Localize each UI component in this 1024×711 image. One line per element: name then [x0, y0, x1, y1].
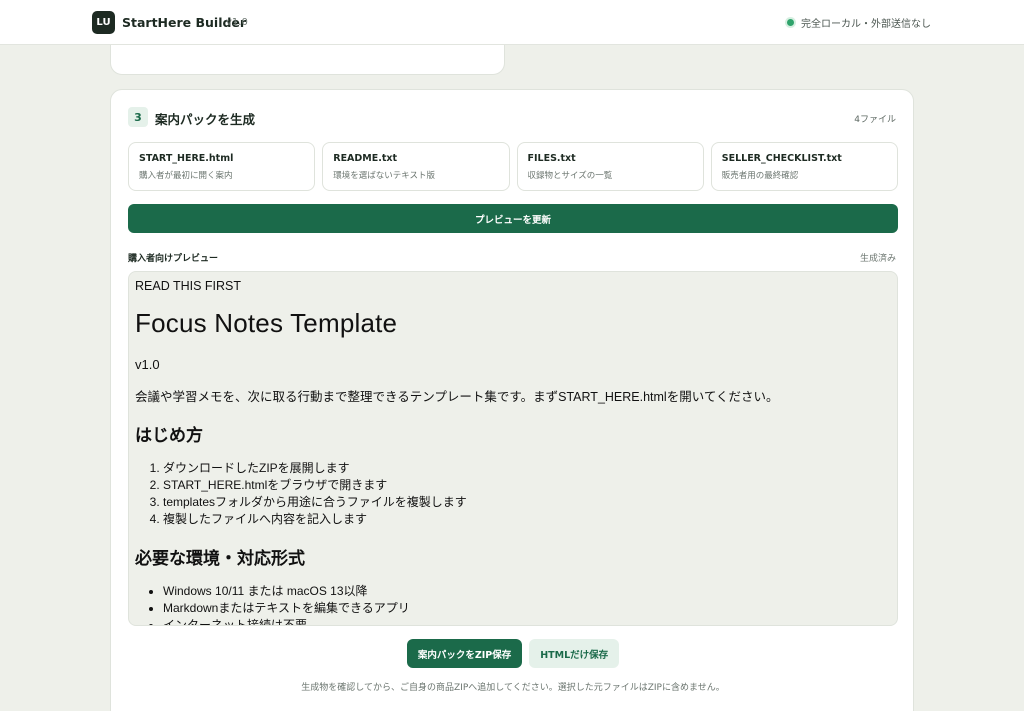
step-number-badge: 3: [128, 107, 148, 127]
refresh-preview-button[interactable]: プレビューを更新: [128, 204, 898, 233]
status-dot-icon: [787, 19, 794, 26]
step-title: 案内パックを生成: [155, 112, 256, 127]
preview-eyebrow: READ THIS FIRST: [135, 279, 242, 293]
list-item: Markdownまたはテキストを編集できるアプリ: [163, 600, 891, 617]
save-footnote: 生成物を確認してから、ご自身の商品ZIPへ追加してください。選択した元ファイルは…: [301, 683, 725, 693]
preview-lead: 会議や学習メモを、次に取る行動まで整理できるテンプレート集です。まずSTART_…: [135, 390, 779, 404]
preview-label: 購入者向けプレビュー: [128, 254, 219, 264]
list-item: ダウンロードしたZIPを展開します: [163, 460, 891, 477]
app-version: v1.0: [226, 17, 248, 28]
preview-status: 生成済み: [859, 254, 896, 264]
file-desc: 環境を選ばないテキスト版: [333, 171, 435, 181]
preview-version: v1.0: [135, 357, 160, 372]
file-tile-seller-checklist: SELLER_CHECKLIST.txt 販売者用の最終確認: [710, 142, 898, 191]
file-tile-files: FILES.txt 収録物とサイズの一覧: [516, 142, 704, 191]
preview-section-requirements: 必要な環境・対応形式: [135, 549, 305, 568]
list-item: START_HERE.htmlをブラウザで開きます: [163, 477, 891, 494]
list-item: Windows 10/11 または macOS 13以降: [163, 583, 891, 600]
app-logo: LU: [92, 11, 115, 34]
file-name: README.txt: [333, 153, 398, 164]
requirements-list: Windows 10/11 または macOS 13以降 Markdownまたは…: [135, 583, 891, 625]
list-item: インターネット接続は不要: [163, 617, 891, 625]
preview-title: Focus Notes Template: [135, 308, 398, 338]
privacy-status: 完全ローカル・外部送信なし: [787, 15, 931, 30]
list-item: templatesフォルダから用途に合うファイルを複製します: [163, 494, 891, 511]
file-desc: 購入者が最初に開く案内: [139, 171, 233, 181]
save-zip-button[interactable]: 案内パックをZIP保存: [406, 639, 523, 668]
preview-section-getting-started: はじめ方: [135, 426, 203, 445]
file-desc: 販売者用の最終確認: [721, 171, 799, 181]
generate-pack-card: 3 案内パックを生成 4ファイル START_HERE.html 購入者が最初に…: [110, 89, 914, 711]
file-tile-readme: README.txt 環境を選ばないテキスト版: [322, 142, 510, 191]
file-name: FILES.txt: [527, 153, 576, 164]
privacy-status-text: 完全ローカル・外部送信なし: [801, 19, 931, 30]
save-actions: 案内パックをZIP保存 HTMLだけ保存: [111, 639, 915, 669]
file-name: START_HERE.html: [139, 153, 234, 164]
list-item: 複製したファイルへ内容を記入します: [163, 511, 891, 528]
output-file-list: START_HERE.html 購入者が最初に開く案内 README.txt 環…: [128, 142, 898, 191]
app-header: LU StartHere Builder v1.0 完全ローカル・外部送信なし: [0, 0, 1024, 45]
getting-started-steps: ダウンロードしたZIPを展開します START_HERE.htmlをブラウザで開…: [135, 460, 891, 528]
file-desc: 収録物とサイズの一覧: [527, 171, 613, 181]
file-name: SELLER_CHECKLIST.txt: [721, 153, 842, 164]
save-html-button[interactable]: HTMLだけ保存: [529, 639, 620, 668]
file-tile-start-here: START_HERE.html 購入者が最初に開く案内: [128, 142, 316, 191]
buyer-preview-pane[interactable]: READ THIS FIRST Focus Notes Template v1.…: [128, 271, 898, 626]
file-count: 4ファイル: [854, 115, 896, 125]
